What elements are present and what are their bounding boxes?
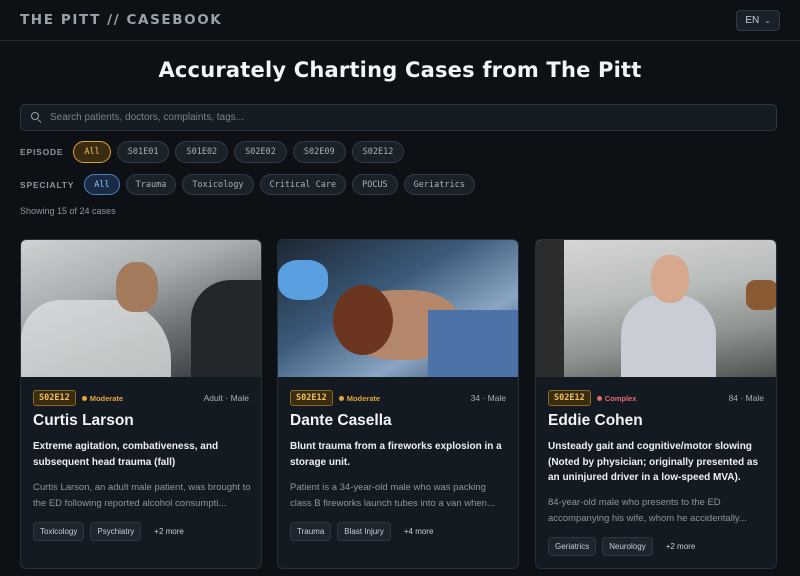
episode-chip-s01e01[interactable]: S01E01 — [116, 141, 170, 163]
demographics: 34 · Male — [470, 393, 506, 403]
specialty-filter-label: SPECIALTY — [20, 179, 75, 190]
episode-chip-s02e09[interactable]: S02E09 — [292, 141, 346, 163]
episode-filter-label: EPISODE — [20, 147, 64, 157]
page-title: Accurately Charting Cases from The Pitt — [158, 58, 642, 82]
tag[interactable]: Psychiatry — [90, 522, 142, 541]
tag[interactable]: Blast Injury — [337, 522, 391, 541]
chief-complaint: Extreme agitation, combativeness, and su… — [33, 441, 219, 468]
severity-badge: Complex — [596, 393, 637, 403]
severity-dot-icon — [81, 395, 87, 401]
episode-badge: S02E12 — [290, 390, 333, 406]
tag[interactable]: Geriatrics — [548, 537, 597, 556]
case-photo — [21, 240, 261, 377]
case-meta: S02E12 Complex 84 · Male — [548, 390, 764, 406]
episode-badge: S02E12 — [33, 390, 76, 406]
demographics: Adult · Male — [203, 393, 249, 403]
specialty-chip-geriatrics[interactable]: Geriatrics — [403, 174, 475, 195]
specialty-chip-toxicology[interactable]: Toxicology — [182, 174, 254, 195]
brand-logo[interactable]: THE PITT // CASEBOOK — [20, 12, 222, 28]
tag-list: Toxicology Psychiatry +2 more — [33, 522, 191, 541]
severity-dot-icon — [596, 395, 602, 401]
case-card[interactable]: S02E12 Moderate 34 · Male Dante Casella … — [277, 239, 519, 569]
search-icon — [31, 112, 42, 124]
specialty-chip-trauma[interactable]: Trauma — [125, 174, 177, 195]
case-card[interactable]: S02E12 Moderate Adult · Male Curtis Lars… — [20, 239, 262, 569]
tag[interactable]: Neurology — [602, 537, 653, 556]
severity-badge: Moderate — [338, 393, 381, 403]
episode-badge: S02E12 — [548, 390, 591, 406]
patient-name: Dante Casella — [290, 412, 392, 429]
tag-list: Trauma Blast Injury +4 more — [290, 522, 440, 541]
patient-name: Curtis Larson — [33, 412, 134, 429]
case-meta: S02E12 Moderate Adult · Male — [33, 390, 249, 406]
episode-chip-s02e12[interactable]: S02E12 — [351, 141, 405, 163]
language-selector[interactable]: EN ⌄ — [736, 9, 780, 31]
language-label: EN — [745, 14, 760, 26]
specialty-chip-critical-care[interactable]: Critical Care — [259, 174, 347, 195]
chief-complaint: Unsteady gait and cognitive/motor slowin… — [548, 441, 759, 483]
specialty-filter-row: SPECIALTY All Trauma Toxicology Critical… — [20, 174, 475, 195]
search-input[interactable] — [50, 112, 730, 123]
case-meta: S02E12 Moderate 34 · Male — [290, 390, 506, 406]
demographics: 84 · Male — [728, 393, 764, 403]
chief-complaint: Blunt trauma from a fireworks explosion … — [290, 441, 502, 468]
specialty-chip-all[interactable]: All — [84, 174, 120, 195]
chevron-down-icon: ⌄ — [764, 15, 771, 25]
more-tags-link[interactable]: +2 more — [147, 522, 191, 541]
severity-dot-icon — [338, 395, 344, 401]
results-count: Showing 15 of 24 cases — [20, 206, 116, 216]
episode-chip-s01e02[interactable]: S01E02 — [175, 141, 229, 163]
episode-chip-s02e02[interactable]: S02E02 — [234, 141, 287, 163]
case-summary: Patient is a 34-year-old male who was pa… — [290, 482, 495, 509]
episode-filter-row: EPISODE All S01E01 S01E02 S02E02 S02E09 … — [20, 141, 405, 163]
specialty-chip-pocus[interactable]: POCUS — [352, 174, 398, 195]
case-photo — [278, 240, 518, 377]
severity-label: Moderate — [346, 393, 381, 403]
tag-list: Geriatrics Neurology +2 more — [548, 537, 702, 556]
severity-badge: Moderate — [81, 393, 124, 403]
search-bar[interactable] — [20, 104, 777, 131]
more-tags-link[interactable]: +4 more — [397, 522, 441, 541]
severity-label: Complex — [604, 393, 637, 403]
more-tags-link[interactable]: +2 more — [659, 537, 703, 556]
episode-chip-all[interactable]: All — [73, 141, 111, 163]
tag[interactable]: Toxicology — [33, 522, 85, 541]
top-bar: THE PITT // CASEBOOK EN ⌄ — [0, 0, 800, 41]
case-summary: 84-year-old male who presents to the ED … — [548, 497, 747, 524]
severity-label: Moderate — [89, 393, 124, 403]
case-photo — [536, 240, 776, 377]
tag[interactable]: Trauma — [290, 522, 332, 541]
case-summary: Curtis Larson, an adult male patient, wa… — [33, 482, 251, 509]
case-card[interactable]: S02E12 Complex 84 · Male Eddie Cohen Uns… — [535, 239, 777, 569]
patient-name: Eddie Cohen — [548, 412, 643, 429]
